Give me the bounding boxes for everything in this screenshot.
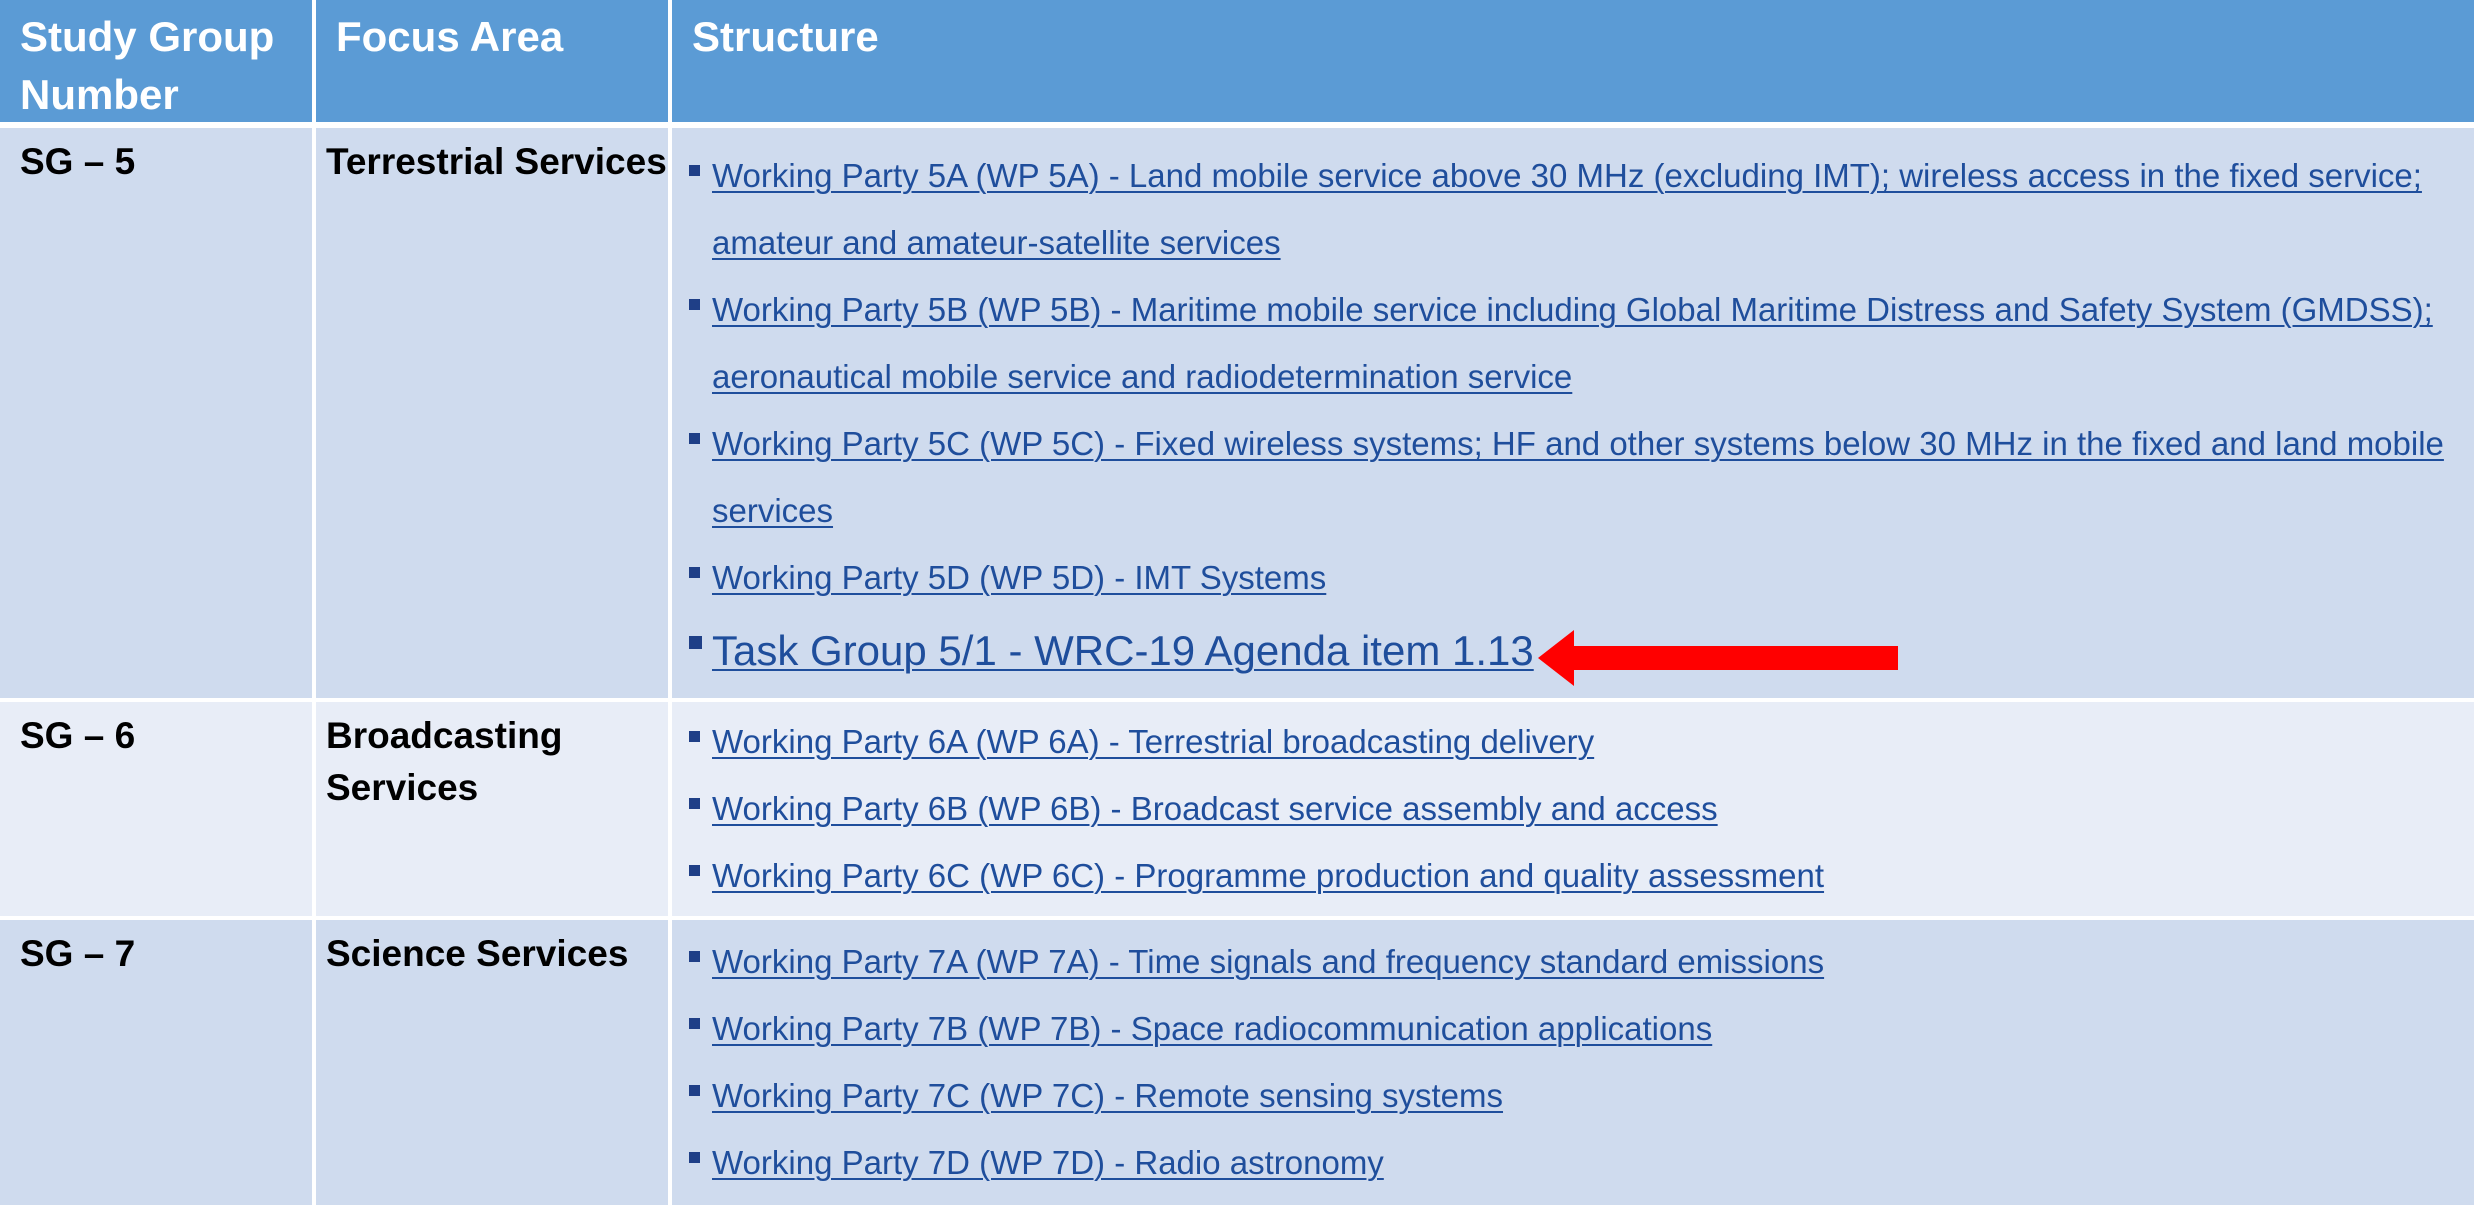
working-party-6a-link[interactable]: Working Party 6A (WP 6A) - Terrestrial b…: [712, 723, 1594, 760]
focus-area-label: Broadcasting Services: [326, 715, 563, 808]
square-bullet-icon: [689, 165, 700, 176]
square-bullet-icon: [689, 1085, 700, 1096]
sg5-structure: Working Party 5A (WP 5A) - Land mobile s…: [672, 128, 2474, 702]
focus-area-label: Science Services: [326, 933, 629, 974]
square-bullet-icon: [689, 865, 700, 876]
list-item: Task Group 5/1 - WRC-19 Agenda item 1.13: [672, 611, 2464, 691]
working-party-6b-link[interactable]: Working Party 6B (WP 6B) - Broadcast ser…: [712, 790, 1718, 827]
list-item: Working Party 7C (WP 7C) - Remote sensin…: [672, 1062, 2464, 1129]
sg-number-label: SG – 6: [20, 715, 136, 756]
list-item: Working Party 5C (WP 5C) - Fixed wireles…: [672, 410, 2464, 544]
working-party-7d-link[interactable]: Working Party 7D (WP 7D) - Radio astrono…: [712, 1144, 1384, 1181]
working-party-5b-link[interactable]: Working Party 5B (WP 5B) - Maritime mobi…: [712, 291, 2433, 395]
list-item: Working Party 6C (WP 6C) - Programme pro…: [672, 842, 2464, 909]
task-group-5-1-link[interactable]: Task Group 5/1 - WRC-19 Agenda item 1.13: [712, 627, 1534, 674]
square-bullet-icon: [689, 299, 700, 310]
sg5-number: SG – 5: [0, 128, 316, 702]
working-party-6c-link[interactable]: Working Party 6C (WP 6C) - Programme pro…: [712, 857, 1824, 894]
header-study-group-number: Study Group Number: [0, 0, 316, 128]
working-party-7c-link[interactable]: Working Party 7C (WP 7C) - Remote sensin…: [712, 1077, 1503, 1114]
sg-number-label: SG – 7: [20, 933, 136, 974]
sg6-working-party-list: Working Party 6A (WP 6A) - Terrestrial b…: [672, 708, 2464, 909]
square-bullet-icon: [689, 433, 700, 444]
sg7-structure: Working Party 7A (WP 7A) - Time signals …: [672, 920, 2474, 1205]
list-item: Working Party 7D (WP 7D) - Radio astrono…: [672, 1129, 2464, 1196]
sg6-number: SG – 6: [0, 702, 316, 920]
header-col2-label: Focus Area: [336, 13, 564, 60]
square-bullet-icon: [689, 798, 700, 809]
focus-area-label: Terrestrial Services: [326, 141, 667, 182]
square-bullet-icon: [689, 567, 700, 578]
sg-number-label: SG – 5: [20, 141, 136, 182]
header-col3-label: Structure: [692, 13, 879, 60]
sg6-structure: Working Party 6A (WP 6A) - Terrestrial b…: [672, 702, 2474, 920]
square-bullet-icon: [689, 731, 700, 742]
list-item: Working Party 7A (WP 7A) - Time signals …: [672, 928, 2464, 995]
square-bullet-icon: [689, 1152, 700, 1163]
header-col1-label: Study Group Number: [20, 13, 275, 118]
working-party-7b-link[interactable]: Working Party 7B (WP 7B) - Space radioco…: [712, 1010, 1712, 1047]
working-party-7a-link[interactable]: Working Party 7A (WP 7A) - Time signals …: [712, 943, 1824, 980]
red-left-arrow-icon: [1537, 629, 1898, 686]
sg7-focus-area: Science Services: [316, 920, 672, 1205]
sg5-focus-area: Terrestrial Services: [316, 128, 672, 702]
square-bullet-icon: [689, 636, 702, 649]
working-party-5d-link[interactable]: Working Party 5D (WP 5D) - IMT Systems: [712, 559, 1326, 596]
list-item: Working Party 5B (WP 5B) - Maritime mobi…: [672, 276, 2464, 410]
header-focus-area: Focus Area: [316, 0, 672, 128]
sg5-working-party-list: Working Party 5A (WP 5A) - Land mobile s…: [672, 142, 2464, 691]
list-item: Working Party 6B (WP 6B) - Broadcast ser…: [672, 775, 2464, 842]
square-bullet-icon: [689, 951, 700, 962]
sg7-working-party-list: Working Party 7A (WP 7A) - Time signals …: [672, 928, 2464, 1196]
square-bullet-icon: [689, 1018, 700, 1029]
list-item: Working Party 5D (WP 5D) - IMT Systems: [672, 544, 2464, 611]
study-groups-table: Study Group Number Focus Area Structure …: [0, 0, 2474, 1205]
list-item: Working Party 6A (WP 6A) - Terrestrial b…: [672, 708, 2464, 775]
working-party-5a-link[interactable]: Working Party 5A (WP 5A) - Land mobile s…: [712, 157, 2422, 261]
list-item: Working Party 7B (WP 7B) - Space radioco…: [672, 995, 2464, 1062]
sg6-focus-area: Broadcasting Services: [316, 702, 672, 920]
list-item: Working Party 5A (WP 5A) - Land mobile s…: [672, 142, 2464, 276]
sg7-number: SG – 7: [0, 920, 316, 1205]
working-party-5c-link[interactable]: Working Party 5C (WP 5C) - Fixed wireles…: [712, 425, 2444, 529]
header-structure: Structure: [672, 0, 2474, 128]
